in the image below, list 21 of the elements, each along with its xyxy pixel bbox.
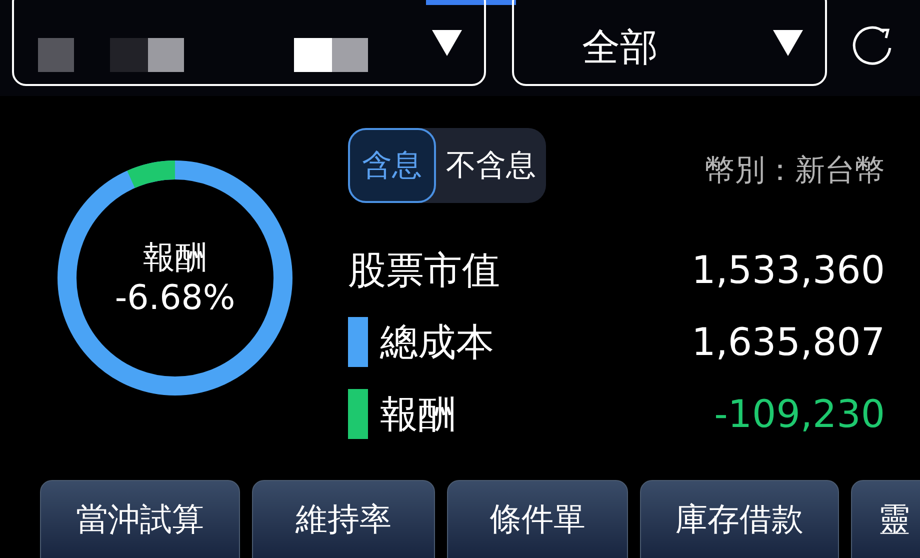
filter-dropdown[interactable]: 全部	[512, 0, 827, 86]
row-value: 1,635,807	[692, 318, 885, 366]
filter-value: 全部	[582, 28, 658, 66]
row-label: 報酬	[380, 390, 456, 438]
row-value: 1,533,360	[692, 246, 885, 294]
dropdown-caret-icon	[432, 30, 462, 56]
action-button[interactable]: 靈	[851, 480, 920, 558]
dividend-tab[interactable]: 不含息	[436, 128, 546, 203]
row-label: 總成本	[380, 318, 494, 366]
account-dropdown[interactable]	[12, 0, 486, 86]
action-button[interactable]: 維持率	[252, 480, 435, 558]
donut-value: -6.68%	[114, 276, 236, 320]
donut-label: 報酬	[143, 236, 207, 277]
row-value: -109,230	[714, 390, 885, 438]
dropdown-caret-icon	[773, 30, 803, 56]
currency-label: 幣別：新台幣	[705, 152, 885, 190]
row-label: 股票市值	[348, 246, 500, 294]
action-button[interactable]: 當沖試算	[40, 480, 240, 558]
action-button[interactable]: 庫存借款	[640, 480, 839, 558]
action-button[interactable]: 條件單	[447, 480, 628, 558]
dividend-tab[interactable]: 含息	[348, 128, 436, 203]
